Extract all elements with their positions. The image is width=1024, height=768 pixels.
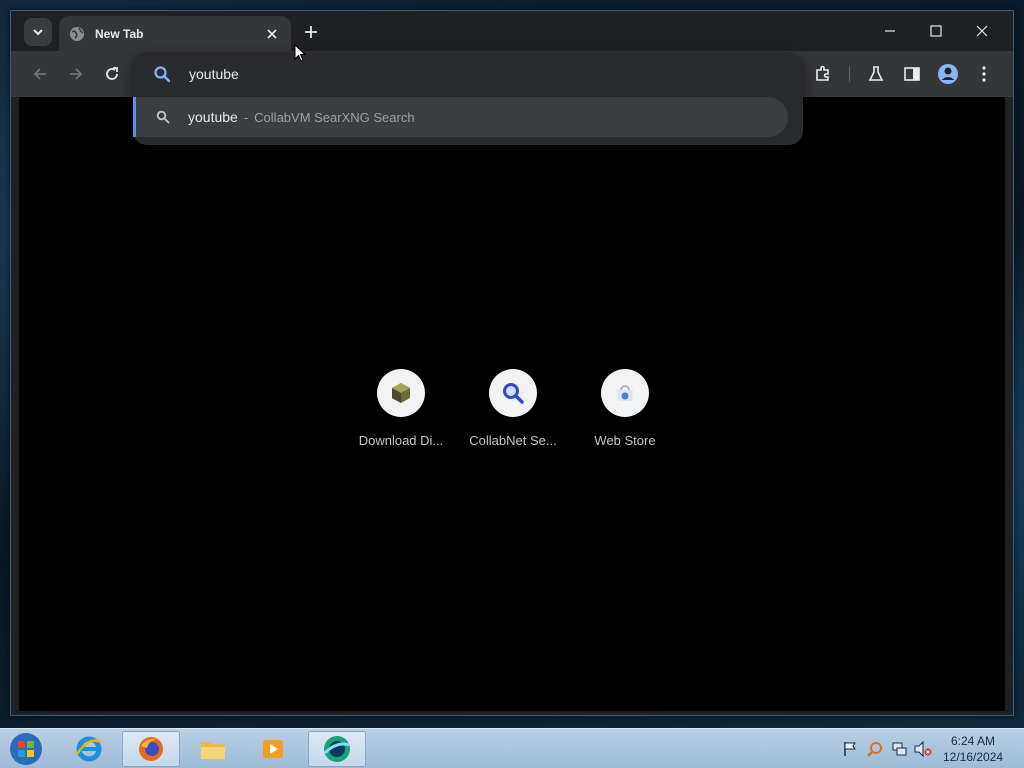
web-store-icon bbox=[617, 385, 633, 401]
taskbar-media-player[interactable] bbox=[244, 731, 302, 767]
clock-time: 6:24 AM bbox=[950, 734, 996, 748]
close-icon bbox=[976, 25, 988, 37]
magnifier-orange-icon bbox=[867, 742, 882, 757]
browser-icon bbox=[323, 736, 350, 762]
side-panel-button[interactable] bbox=[900, 62, 924, 86]
puzzle-icon bbox=[816, 65, 829, 81]
windows-start-icon bbox=[10, 733, 42, 765]
flag-icon bbox=[844, 742, 856, 756]
3d-box-icon bbox=[392, 383, 410, 403]
labs-button[interactable] bbox=[864, 62, 888, 86]
arrow-left-icon bbox=[33, 68, 46, 80]
more-vertical-icon bbox=[982, 66, 986, 82]
tray-search-icon[interactable] bbox=[865, 739, 885, 759]
network-icon bbox=[892, 742, 907, 756]
plus-icon bbox=[305, 26, 317, 38]
taskbar-file-explorer[interactable] bbox=[184, 731, 242, 767]
menu-button[interactable] bbox=[972, 62, 996, 86]
minimize-button[interactable] bbox=[867, 11, 913, 51]
taskbar-clock[interactable]: 6:24 AM 12/16/2024 bbox=[940, 733, 1006, 765]
volume-muted-icon[interactable] bbox=[913, 739, 933, 759]
taskbar-internet-explorer[interactable] bbox=[60, 731, 118, 767]
close-icon bbox=[267, 28, 277, 39]
shortcut-icon-circle bbox=[489, 369, 537, 417]
minimize-icon bbox=[885, 30, 895, 32]
omnibox-dropdown: youtube youtube - CollabVM SearXNG Searc… bbox=[133, 52, 803, 145]
close-window-button[interactable] bbox=[959, 11, 1005, 51]
new-tab-page: Download Di... CollabNet Se... Web Store bbox=[19, 97, 1005, 711]
avatar-icon bbox=[938, 64, 958, 84]
mouse-cursor-icon bbox=[294, 44, 306, 62]
suggestion-description: CollabVM SearXNG Search bbox=[254, 109, 415, 125]
search-icon bbox=[154, 66, 171, 83]
reload-icon bbox=[106, 67, 118, 80]
new-tab-button[interactable] bbox=[301, 22, 321, 42]
shortcut-download[interactable]: Download Di... bbox=[353, 369, 449, 448]
firefox-icon bbox=[139, 737, 163, 761]
start-button[interactable] bbox=[6, 730, 46, 768]
suggestion-text: youtube bbox=[188, 109, 238, 125]
taskbar: 6:24 AM 12/16/2024 bbox=[0, 728, 1024, 768]
extensions-button[interactable] bbox=[811, 62, 835, 86]
arrow-right-icon bbox=[70, 68, 83, 80]
forward-button[interactable] bbox=[64, 62, 88, 86]
action-center-icon[interactable] bbox=[840, 739, 860, 759]
globe-icon bbox=[70, 26, 84, 41]
back-button[interactable] bbox=[28, 62, 52, 86]
network-icon[interactable] bbox=[889, 739, 909, 759]
tab-close-button[interactable] bbox=[263, 25, 281, 43]
file-explorer-icon bbox=[201, 742, 225, 759]
clock-date: 12/16/2024 bbox=[942, 750, 1004, 764]
suggestion-separator: - bbox=[243, 109, 249, 125]
internet-explorer-icon bbox=[75, 736, 102, 762]
tab-new-tab[interactable]: New Tab bbox=[59, 16, 291, 51]
shortcut-icon-circle bbox=[377, 369, 425, 417]
flask-icon bbox=[868, 66, 884, 81]
side-panel-icon bbox=[904, 67, 920, 81]
omnibox-query: youtube bbox=[189, 66, 239, 82]
search-icon bbox=[156, 110, 170, 124]
taskbar-browser[interactable] bbox=[308, 731, 366, 767]
taskbar-firefox[interactable] bbox=[122, 731, 180, 767]
shortcut-label: Download Di... bbox=[358, 433, 444, 448]
tab-search-button[interactable] bbox=[24, 18, 52, 46]
tab-strip: New Tab bbox=[11, 11, 1013, 51]
maximize-button[interactable] bbox=[913, 11, 959, 51]
shortcut-web-store[interactable]: Web Store bbox=[577, 369, 673, 448]
shortcut-label: Web Store bbox=[594, 433, 656, 448]
toolbar-divider bbox=[849, 66, 850, 82]
reload-button[interactable] bbox=[100, 62, 124, 86]
omnibox-input[interactable]: youtube bbox=[133, 52, 803, 96]
shortcut-label: CollabNet Se... bbox=[469, 433, 557, 448]
magnifier-icon bbox=[503, 383, 524, 404]
browser-window: New Tab Download Di... CollabNet Se... W… bbox=[10, 10, 1014, 716]
tab-title: New Tab bbox=[95, 26, 144, 41]
profile-button[interactable] bbox=[936, 62, 960, 86]
media-player-icon bbox=[263, 740, 283, 758]
chevron-down-icon bbox=[33, 29, 43, 36]
maximize-icon bbox=[930, 25, 942, 37]
speaker-muted-icon bbox=[914, 741, 932, 757]
omnibox-suggestion[interactable]: youtube - CollabVM SearXNG Search bbox=[133, 97, 788, 137]
shortcut-collabnet[interactable]: CollabNet Se... bbox=[465, 369, 561, 448]
shortcut-icon-circle bbox=[601, 369, 649, 417]
